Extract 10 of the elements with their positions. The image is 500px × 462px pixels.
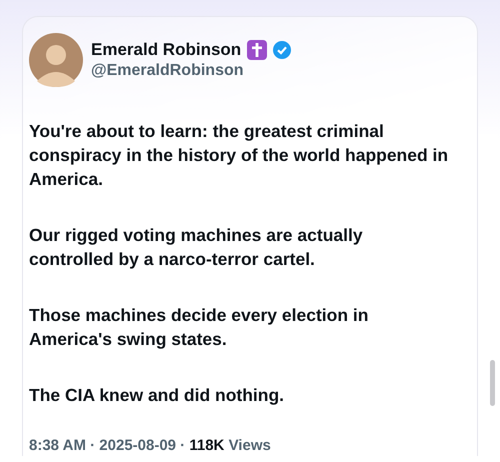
- author-handle[interactable]: @EmeraldRobinson: [91, 62, 292, 80]
- post-text: You're about to learn: the greatest criminal conspiracy in the history of the world happened in America.: [29, 120, 449, 191]
- avatar[interactable]: [29, 33, 83, 87]
- post-text: The CIA knew and did nothing.: [29, 384, 286, 407]
- post-timestamp: 8:38 AM · 2025-08-09 · 118K Views: [29, 437, 271, 454]
- author-name[interactable]: Emerald Robinson: [91, 40, 242, 60]
- scrollbar[interactable]: [490, 360, 495, 406]
- post-text: Our rigged voting machines are actually controlled by a narco-terror cartel.: [29, 224, 364, 271]
- cross-icon: [247, 40, 268, 60]
- post-text: Those machines decide every election in America's swing states.: [29, 304, 370, 351]
